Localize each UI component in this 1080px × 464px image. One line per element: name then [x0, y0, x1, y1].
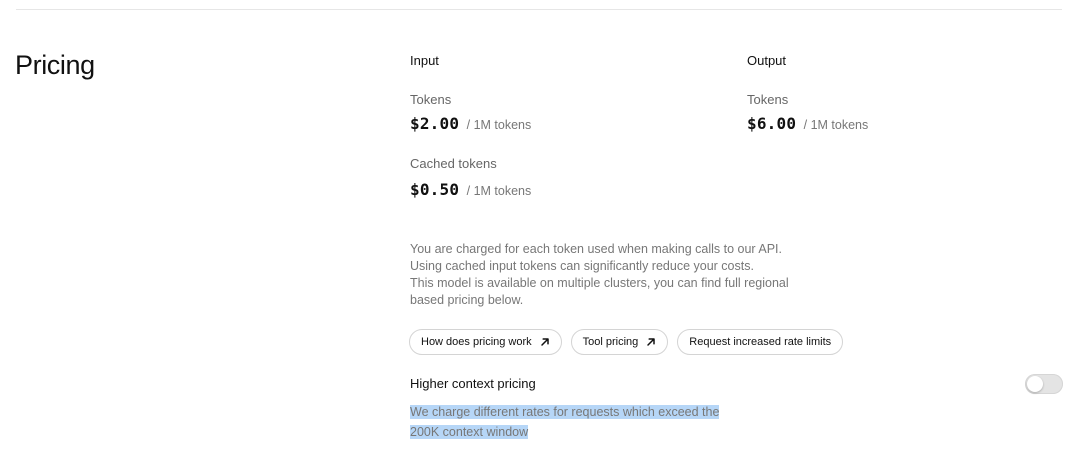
arrow-up-right-icon — [540, 337, 550, 347]
section-title: Pricing — [15, 50, 95, 80]
output-tokens-label: Tokens — [747, 92, 789, 107]
cached-tokens-unit: / 1M tokens — [466, 184, 532, 198]
input-tokens-label: Tokens — [410, 92, 452, 107]
how-pricing-works-label: How does pricing work — [421, 336, 532, 348]
description-line: This model is available on multiple clus… — [410, 276, 789, 290]
arrow-up-right-icon — [646, 337, 656, 347]
higher-context-desc-line: We charge different rates for requests w… — [410, 405, 720, 419]
input-heading: Input — [410, 53, 439, 68]
pricing-links: How does pricing work Tool pricing Reque… — [409, 329, 844, 355]
request-rate-limits-label: Request increased rate limits — [689, 336, 832, 348]
input-tokens-price: $2.00 — [410, 114, 460, 133]
description-line: You are charged for each token used when… — [410, 242, 782, 256]
output-pricing-column: Output Tokens $6.00 / 1M tokens — [747, 53, 1047, 134]
input-tokens-price-row: $2.00 / 1M tokens — [410, 114, 730, 134]
higher-context-desc-line: 200K context window — [410, 425, 529, 439]
higher-context-toggle[interactable] — [1025, 374, 1063, 394]
input-tokens-unit: / 1M tokens — [466, 118, 532, 132]
description-line: based pricing below. — [410, 293, 524, 307]
request-rate-limits-button[interactable]: Request increased rate limits — [677, 329, 844, 355]
toggle-knob — [1027, 376, 1043, 392]
cached-tokens-label: Cached tokens — [410, 156, 497, 171]
tool-pricing-label: Tool pricing — [582, 336, 639, 348]
tool-pricing-button[interactable]: Tool pricing — [570, 329, 669, 355]
higher-context-description: We charge different rates for requests w… — [410, 402, 740, 442]
cached-tokens-price: $0.50 — [410, 180, 460, 199]
output-heading: Output — [747, 53, 787, 68]
top-divider — [16, 9, 1062, 10]
description-line: Using cached input tokens can significan… — [410, 259, 754, 273]
pricing-description: You are charged for each token used when… — [410, 241, 810, 309]
cached-tokens-price-row: $0.50 / 1M tokens — [410, 180, 730, 200]
higher-context-title: Higher context pricing — [410, 376, 536, 391]
output-tokens-price: $6.00 — [747, 114, 797, 133]
output-tokens-unit: / 1M tokens — [803, 118, 869, 132]
how-pricing-works-button[interactable]: How does pricing work — [409, 329, 562, 355]
output-tokens-price-row: $6.00 / 1M tokens — [747, 114, 1047, 134]
input-pricing-column: Input Tokens $2.00 / 1M tokens Cached to… — [410, 53, 730, 200]
